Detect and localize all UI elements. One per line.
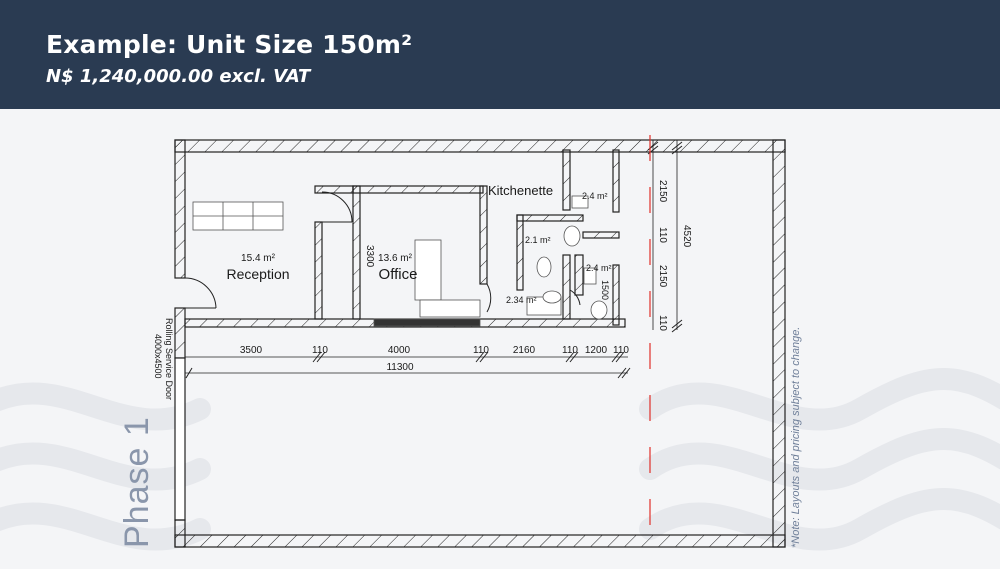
reception-area: 15.4 m²: [241, 253, 276, 264]
vdim-110-a: 110: [657, 227, 668, 243]
dim-110-d: 110: [613, 345, 629, 356]
office-name: Office: [379, 266, 418, 283]
reception-name: Reception: [226, 266, 289, 282]
dim-3500: 3500: [240, 345, 263, 356]
vertical-dimension-values: 2150 110 2150 110 4520: [657, 180, 692, 331]
office-area: 13.6 m²: [378, 253, 413, 264]
dim-110-a: 110: [312, 345, 328, 356]
wc2-dim: 1500: [600, 280, 610, 300]
wc2-area: 2.4 m²: [586, 263, 612, 273]
dim-total-11300: 11300: [386, 362, 414, 373]
kitchenette-name: Kitchenette: [488, 183, 553, 198]
dim-4000: 4000: [388, 345, 411, 356]
horizontal-dimension-values: 3500 110 4000 110 2160 110 1200 110 1130…: [240, 345, 630, 373]
vdim-2150-b: 2150: [657, 265, 668, 288]
disclaimer-note: *Note: Layouts and pricing subject to ch…: [790, 326, 802, 548]
walls: [174, 139, 786, 548]
office-dim: 3300: [364, 245, 375, 268]
dim-1200: 1200: [585, 345, 608, 356]
wc3-area: 2.34 m²: [506, 295, 537, 305]
vdim-total-4520: 4520: [681, 225, 692, 248]
dim-2160: 2160: [513, 345, 536, 356]
vdim-2150-a: 2150: [657, 180, 668, 203]
dim-110-b: 110: [473, 345, 489, 356]
door-label-line1: Rolling Service Door: [164, 318, 174, 400]
kitchenette-area: 2.4 m²: [582, 191, 608, 201]
door-label-line2: 4000x4500: [153, 334, 163, 379]
dim-110-c: 110: [562, 345, 578, 356]
vdim-110-b: 110: [657, 315, 668, 331]
phase-label: Phase 1: [118, 416, 156, 548]
wc1-area: 2.1 m²: [525, 235, 551, 245]
